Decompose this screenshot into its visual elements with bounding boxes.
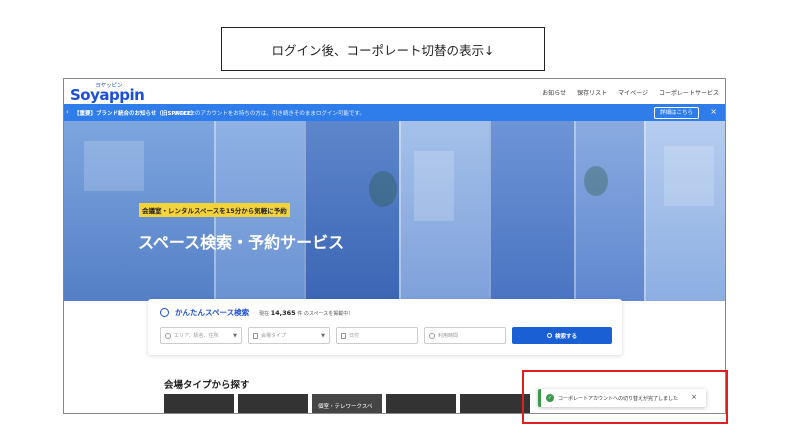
hero-photo-5: [489, 121, 574, 301]
search-icon: [160, 308, 169, 317]
logo-text: Soyappin: [70, 86, 145, 104]
chevron-left-icon[interactable]: ‹: [66, 108, 69, 116]
hero-photo-6: [574, 121, 644, 301]
window-shape: [84, 141, 144, 191]
search-button[interactable]: 検索する: [512, 327, 612, 344]
search-button-label: 検索する: [554, 333, 577, 340]
venue-type-tile[interactable]: [164, 394, 234, 413]
space-count: 現在 14,365 件 のスペースを掲載中！: [259, 309, 353, 317]
space-count-suffix: 件 のスペースを掲載中！: [297, 311, 354, 317]
area-placeholder: エリア、駅名、住所: [174, 333, 219, 339]
hero-title: スペース検索・予約サービス: [138, 233, 345, 252]
photo-divider: [574, 121, 576, 301]
caption-text: ログイン後、コーポレート切替の表示↓: [271, 42, 495, 58]
hero-badge: 会議室・レンタルスペースを15分から気軽に予約: [139, 203, 290, 217]
nav-item-news[interactable]: お知らせ: [542, 88, 566, 97]
window-shape: [664, 146, 714, 206]
venue-type-placeholder: 会場タイプ: [261, 333, 287, 339]
venue-type-select[interactable]: 会場タイプ ▼: [248, 327, 330, 344]
venue-type-tile[interactable]: 個室・テレワークスペ: [312, 394, 382, 413]
calendar-icon: [341, 332, 346, 339]
window-shape: [414, 151, 454, 221]
photo-divider: [399, 121, 401, 301]
announcement-detail-button[interactable]: 詳細はこちら: [653, 107, 699, 119]
venue-type-tile[interactable]: [386, 394, 456, 413]
nav-item-saved-list[interactable]: 保存リスト: [577, 88, 607, 97]
announcement-bar: ‹ 【重要】ブランド統合のお知らせ（旧SPACEE） SPACEEのアカウントを…: [64, 104, 725, 121]
top-navigation: ヨヤッピン Soyappin お知らせ 保存リスト マイページ コーポレートサー…: [64, 79, 725, 104]
location-pin-icon: [165, 332, 171, 339]
building-icon: [253, 332, 258, 339]
announcement-body: SPACEEのアカウントをお持ちの方は、引き続きそのままログイン可能です。: [174, 111, 365, 117]
hero-banner: 会議室・レンタルスペースを15分から気軽に予約 スペース検索・予約サービス: [64, 121, 725, 301]
time-input[interactable]: 利用時間: [424, 327, 506, 344]
close-icon[interactable]: ×: [710, 107, 717, 116]
space-count-number: 14,365: [270, 309, 296, 317]
nav-links: お知らせ 保存リスト マイページ コーポレートサービス: [542, 88, 719, 97]
search-card-title: かんたんスペース検索: [175, 308, 250, 317]
clock-icon: [429, 332, 435, 339]
venue-type-tile-label: 個室・テレワークスペ: [318, 404, 373, 410]
chevron-down-icon: ▼: [321, 333, 325, 339]
venue-type-section-title: 会場タイプから探す: [164, 380, 250, 391]
search-icon: [546, 333, 552, 338]
caption-box: ログイン後、コーポレート切替の表示↓: [221, 27, 545, 71]
chevron-down-icon: ▼: [233, 333, 237, 339]
nav-item-my-page[interactable]: マイページ: [618, 88, 648, 97]
date-placeholder: 日付: [349, 333, 360, 339]
area-input[interactable]: エリア、駅名、住所 ▼: [160, 327, 242, 344]
photo-divider: [489, 121, 491, 301]
photo-divider: [304, 121, 306, 301]
hero-photo-3: [304, 121, 399, 301]
venue-type-tile[interactable]: [238, 394, 308, 413]
plant-shape: [369, 171, 397, 207]
nav-item-corporate-service[interactable]: コーポレートサービス: [659, 88, 719, 97]
venue-type-tile[interactable]: [460, 394, 530, 413]
highlight-box: [522, 370, 728, 424]
date-input[interactable]: 日付: [336, 327, 418, 344]
photo-divider: [644, 121, 646, 301]
browser-screenshot: ヨヤッピン Soyappin お知らせ 保存リスト マイページ コーポレートサー…: [63, 78, 726, 414]
search-card: かんたんスペース検索 現在 14,365 件 のスペースを掲載中！ エリア、駅名…: [148, 299, 622, 355]
time-placeholder: 利用時間: [438, 333, 459, 339]
space-count-prefix: 現在: [259, 311, 270, 317]
plant-shape: [584, 166, 608, 196]
